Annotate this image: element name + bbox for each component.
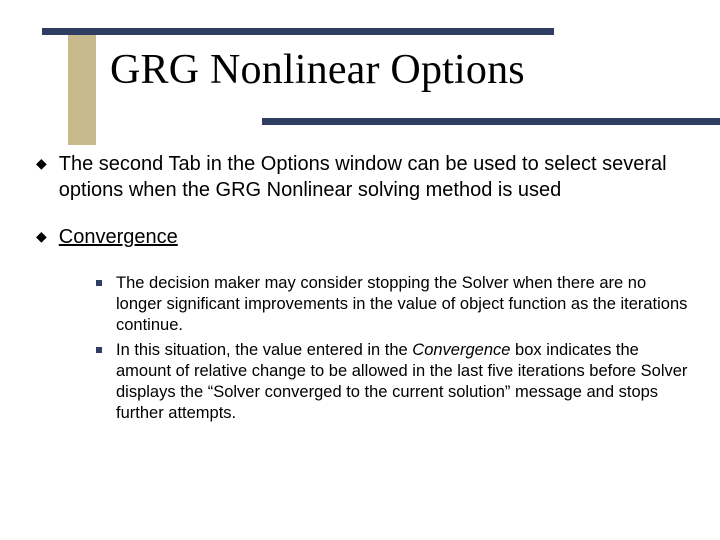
content-area: ◆ The second Tab in the Options window c… xyxy=(0,152,720,425)
text-run: In this situation, the value entered in … xyxy=(116,341,412,359)
italic-term: Convergence xyxy=(412,341,515,359)
bullet-item: ◆ Convergence xyxy=(36,225,690,251)
diamond-icon: ◆ xyxy=(36,229,47,243)
sub-bullet-text: In this situation, the value entered in … xyxy=(116,340,690,424)
bullet-item: ◆ The second Tab in the Options window c… xyxy=(36,152,690,203)
square-icon xyxy=(96,347,102,353)
accent-bar-vertical xyxy=(68,35,96,145)
bullet-text: The second Tab in the Options window can… xyxy=(59,152,690,203)
slide-title: GRG Nonlinear Options xyxy=(110,46,720,94)
accent-bar-top xyxy=(42,28,554,35)
sub-bullet-item: The decision maker may consider stopping… xyxy=(96,273,690,336)
title-block: GRG Nonlinear Options xyxy=(42,0,720,94)
sub-bullet-item: In this situation, the value entered in … xyxy=(96,340,690,424)
bullet-text: Convergence xyxy=(59,225,178,251)
sub-bullet-list: The decision maker may consider stopping… xyxy=(96,273,690,425)
sub-bullet-text: The decision maker may consider stopping… xyxy=(116,273,690,336)
square-icon xyxy=(96,280,102,286)
accent-bar-bottom xyxy=(262,118,720,125)
diamond-icon: ◆ xyxy=(36,156,47,170)
